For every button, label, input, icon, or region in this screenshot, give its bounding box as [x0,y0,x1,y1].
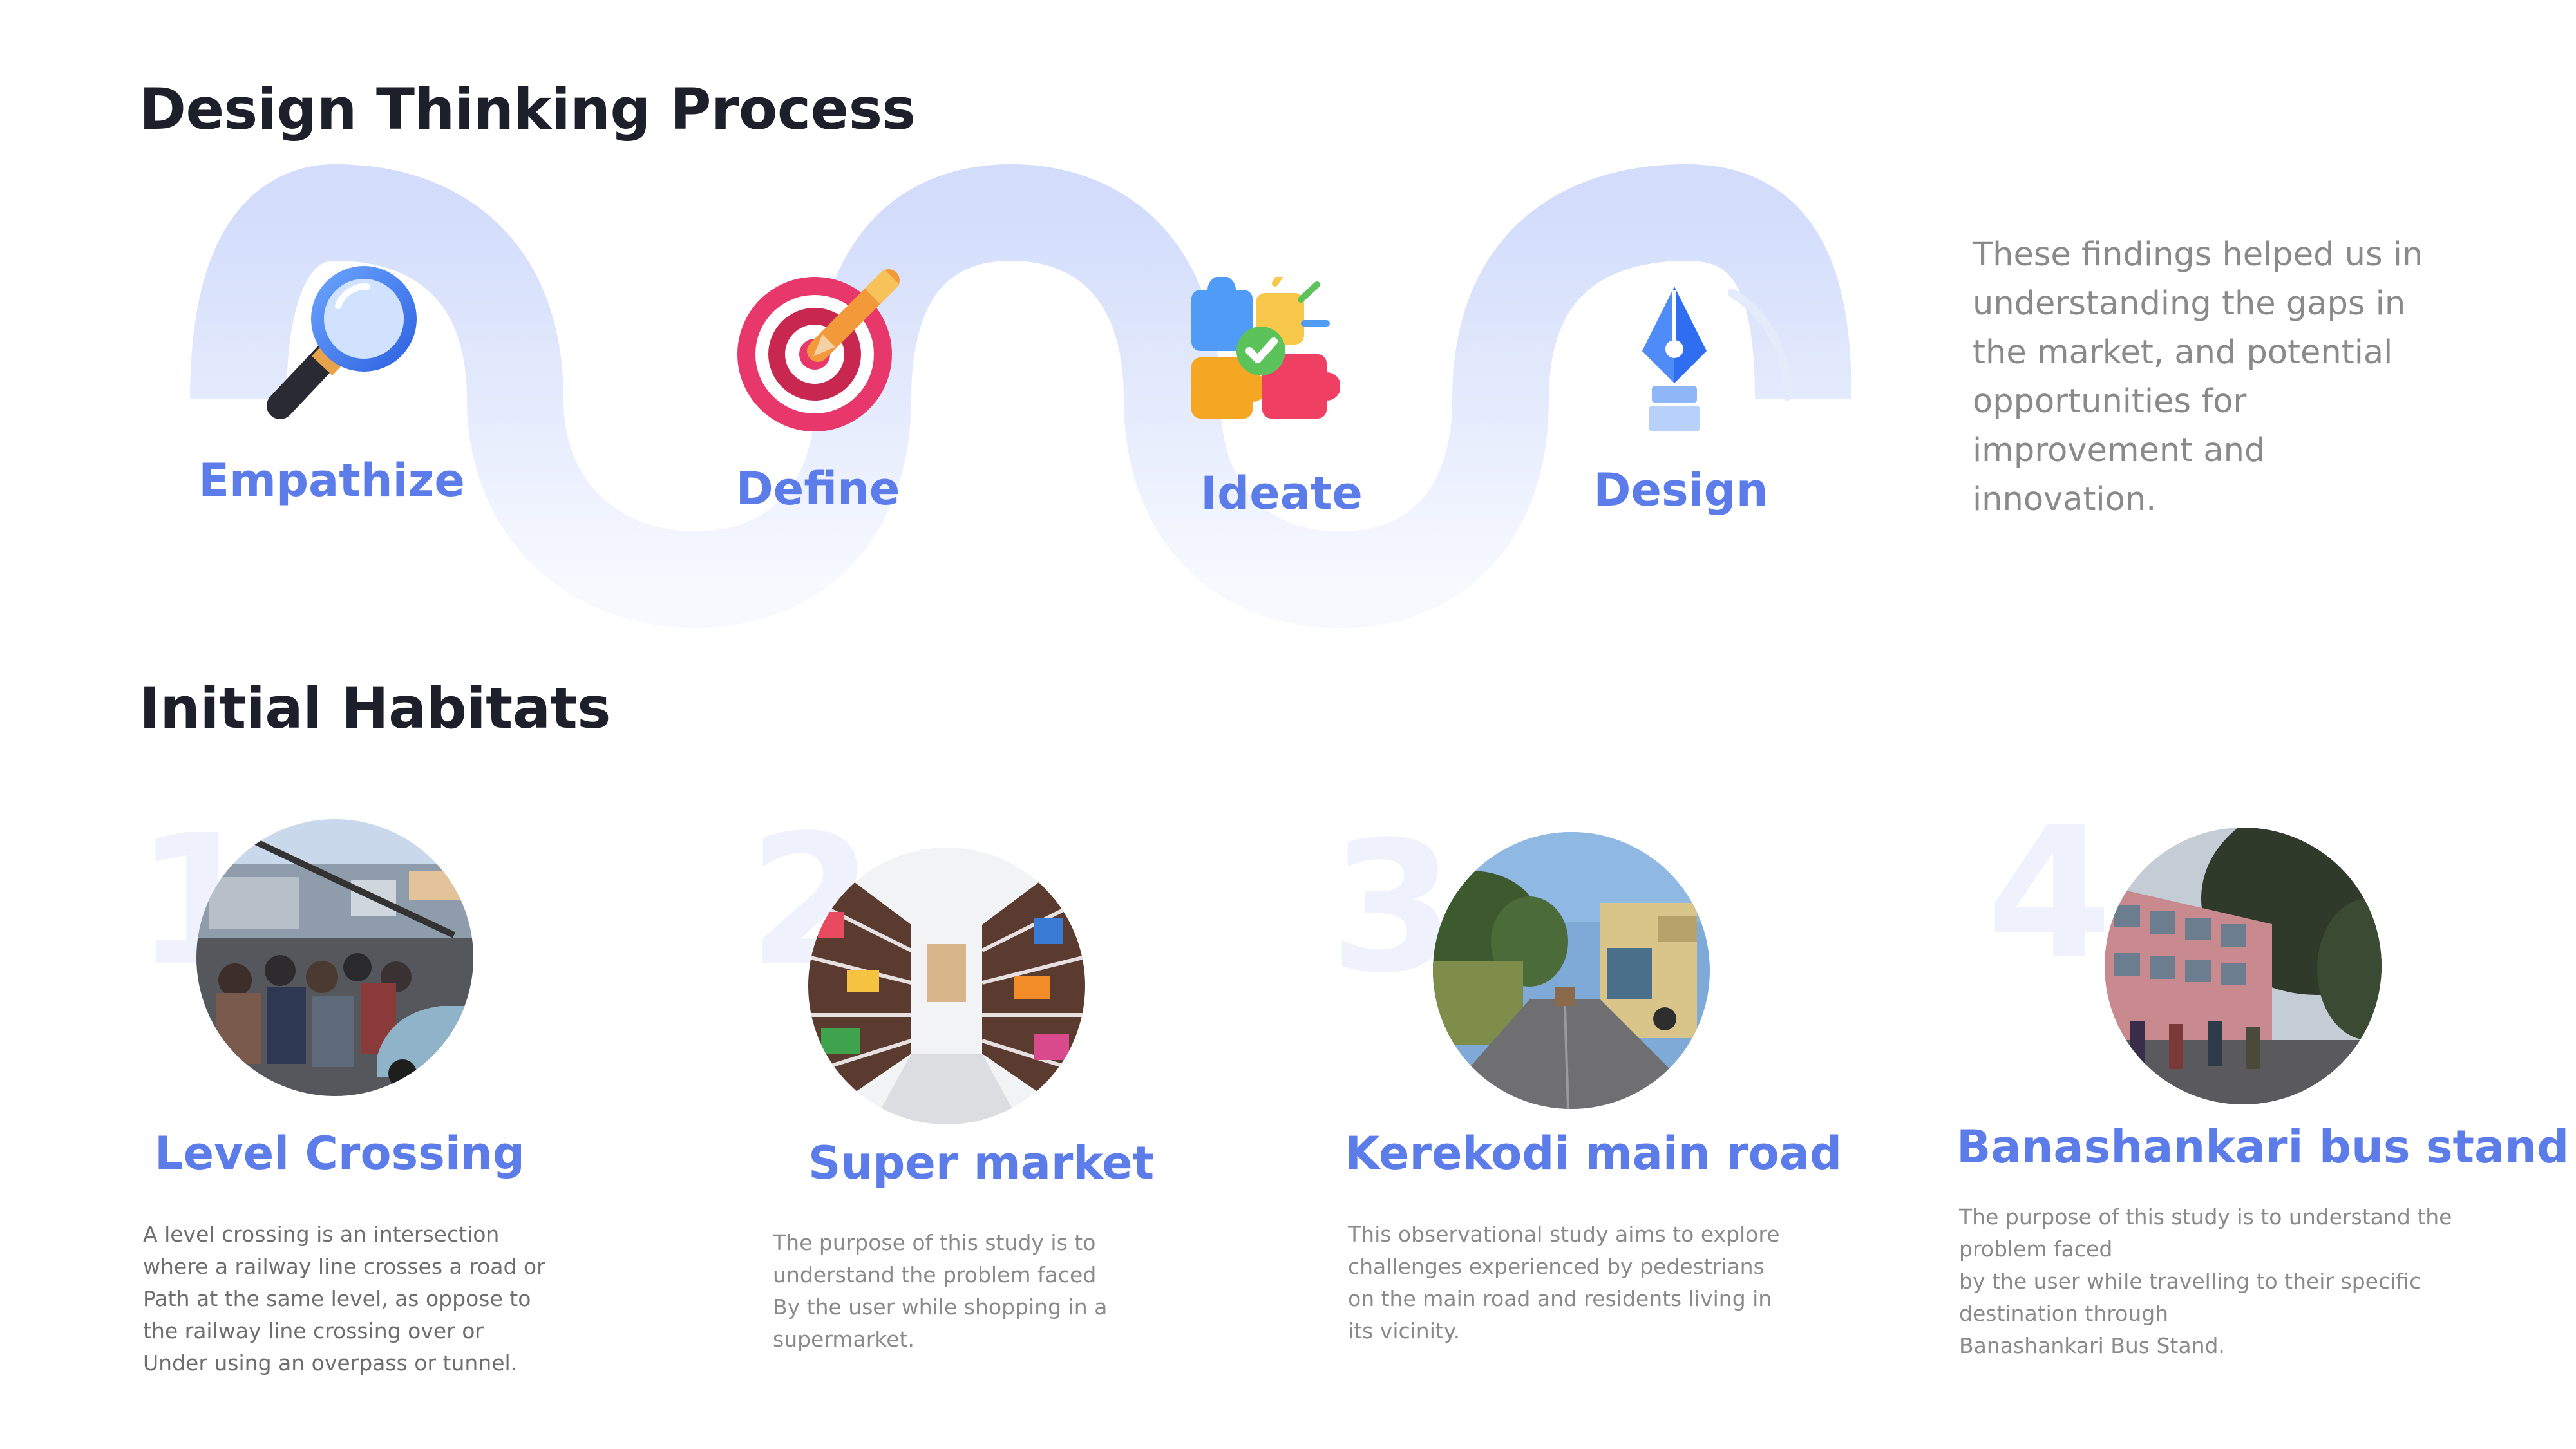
magnifier-icon [261,258,435,428]
habitat-title: Level Crossing [155,1127,525,1180]
habitat-description: The purpose of this study is to understa… [1959,1204,2452,1358]
step-label-define: Define [735,462,900,515]
main-road-photo [1433,832,1710,1109]
bus-stand-photo [2105,828,2382,1104]
step-label-design: Design [1593,464,1768,516]
habitat-title: Super market [808,1137,1155,1189]
habitat-title: Kerekodi main road [1345,1127,1842,1180]
level-crossing-photo [196,819,473,1096]
habitats-title: Initial Habitats [139,675,611,741]
habitat-description: The purpose of this study is to understa… [773,1230,1108,1352]
step-label-ideate: Ideate [1200,467,1363,520]
habitat-description: This observational study aims to explore… [1348,1222,1780,1343]
pen-nib-icon [1623,277,1797,440]
supermarket-photo [808,848,1085,1124]
habitat-description: A level crossing is an intersection wher… [143,1222,545,1376]
findings-text: These findings helped us in understandin… [1973,236,2423,518]
habitat-title: Banashankari bus stand [1956,1121,2570,1173]
puzzle-icon [1185,270,1341,428]
target-icon [737,267,905,437]
step-label-empathize: Empathize [198,454,465,507]
